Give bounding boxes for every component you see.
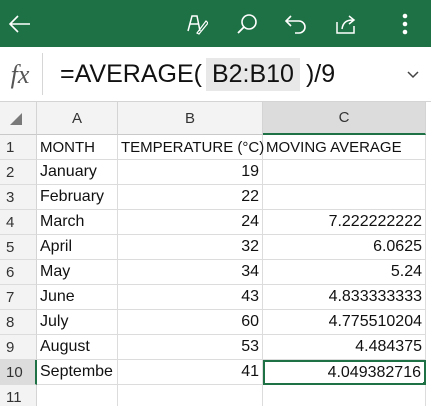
cell-b5[interactable]: 32 [118, 235, 263, 260]
cell-a10[interactable]: Septembe [37, 360, 118, 385]
cell-b10[interactable]: 41 [118, 360, 263, 385]
cell-c4[interactable]: 7.222222222 [263, 210, 426, 235]
cell-c2[interactable] [263, 160, 426, 185]
formula-range-reference: B2:B10 [205, 58, 300, 91]
row-header[interactable]: 9 [0, 335, 37, 360]
cell-b8[interactable]: 60 [118, 310, 263, 335]
cell-b3[interactable]: 22 [118, 185, 263, 210]
cell-c9[interactable]: 4.484375 [263, 335, 426, 360]
row-header[interactable]: 10 [0, 360, 37, 385]
column-header-b[interactable]: B [118, 102, 263, 135]
cell-c8[interactable]: 4.775510204 [263, 310, 426, 335]
cell-c5[interactable]: 6.0625 [263, 235, 426, 260]
cell-a1[interactable]: MONTH [37, 135, 118, 160]
pen-icon[interactable] [178, 0, 214, 47]
table-row: 3 February 22 [0, 185, 431, 210]
row-header[interactable]: 2 [0, 160, 37, 185]
more-vertical-icon[interactable] [393, 0, 417, 47]
table-row: 9 August 53 4.484375 [0, 335, 431, 360]
row-header[interactable]: 4 [0, 210, 37, 235]
cell-a8[interactable]: July [37, 310, 118, 335]
cell-b4[interactable]: 24 [118, 210, 263, 235]
cell-a6[interactable]: May [37, 260, 118, 285]
formula-input[interactable]: =AVERAGE( B2:B10 )/9 [60, 47, 335, 102]
cell-c11[interactable] [263, 385, 426, 406]
cell-a7[interactable]: June [37, 285, 118, 310]
cell-b6[interactable]: 34 [118, 260, 263, 285]
cell-a9[interactable]: August [37, 335, 118, 360]
fill-handle[interactable] [422, 381, 424, 383]
formula-prefix: =AVERAGE( [60, 60, 202, 88]
cell-a11[interactable] [37, 385, 118, 406]
cell-a5[interactable]: April [37, 235, 118, 260]
row-header[interactable]: 6 [0, 260, 37, 285]
share-icon[interactable] [328, 0, 364, 47]
spreadsheet-grid: A B C 1 MONTH TEMPERATURE (°C) MOVING AVERA… [0, 102, 431, 406]
arrow-left-icon[interactable] [2, 0, 38, 47]
cell-b9[interactable]: 53 [118, 335, 263, 360]
row-header[interactable]: 5 [0, 235, 37, 260]
cell-c6[interactable]: 5.24 [263, 260, 426, 285]
cell-b7[interactable]: 43 [118, 285, 263, 310]
undo-icon[interactable] [278, 0, 314, 47]
row-header[interactable]: 7 [0, 285, 37, 310]
fx-label: fx [10, 59, 30, 89]
row-header[interactable]: 11 [0, 385, 37, 406]
cell-a2[interactable]: January [37, 160, 118, 185]
cell-b11[interactable] [118, 385, 263, 406]
column-header-c[interactable]: C [263, 102, 426, 135]
divider [42, 53, 43, 95]
table-row: 4 March 24 7.222222222 [0, 210, 431, 235]
table-row: 11 [0, 385, 431, 406]
table-row: 5 April 32 6.0625 [0, 235, 431, 260]
row-header[interactable]: 3 [0, 185, 37, 210]
cell-a3[interactable]: February [37, 185, 118, 210]
cell-c3[interactable] [263, 185, 426, 210]
cell-a4[interactable]: March [37, 210, 118, 235]
select-all-corner[interactable] [0, 102, 37, 135]
cell-b1[interactable]: TEMPERATURE (°C) [118, 135, 264, 160]
table-row: 1 MONTH TEMPERATURE (°C) MOVING AVERAGE [0, 135, 431, 160]
cell-c7[interactable]: 4.833333333 [263, 285, 426, 310]
chevron-down-icon[interactable] [404, 65, 422, 83]
table-row: 7 June 43 4.833333333 [0, 285, 431, 310]
column-header-a[interactable]: A [37, 102, 118, 135]
table-row: 2 January 19 [0, 160, 431, 185]
top-toolbar [0, 0, 431, 47]
table-row: 6 May 34 5.24 [0, 260, 431, 285]
table-row: 8 July 60 4.775510204 [0, 310, 431, 335]
cell-c1[interactable]: MOVING AVERAGE [263, 135, 426, 160]
row-header[interactable]: 8 [0, 310, 37, 335]
search-icon[interactable] [229, 0, 265, 47]
cell-c10[interactable]: 4.049382716 [263, 360, 426, 385]
cell-b2[interactable]: 19 [118, 160, 263, 185]
row-header[interactable]: 1 [0, 135, 37, 160]
formula-suffix: )/9 [305, 60, 336, 88]
formula-bar: fx =AVERAGE( B2:B10 )/9 [0, 47, 431, 102]
table-row: 10 Septembe 41 4.049382716 [0, 360, 431, 385]
